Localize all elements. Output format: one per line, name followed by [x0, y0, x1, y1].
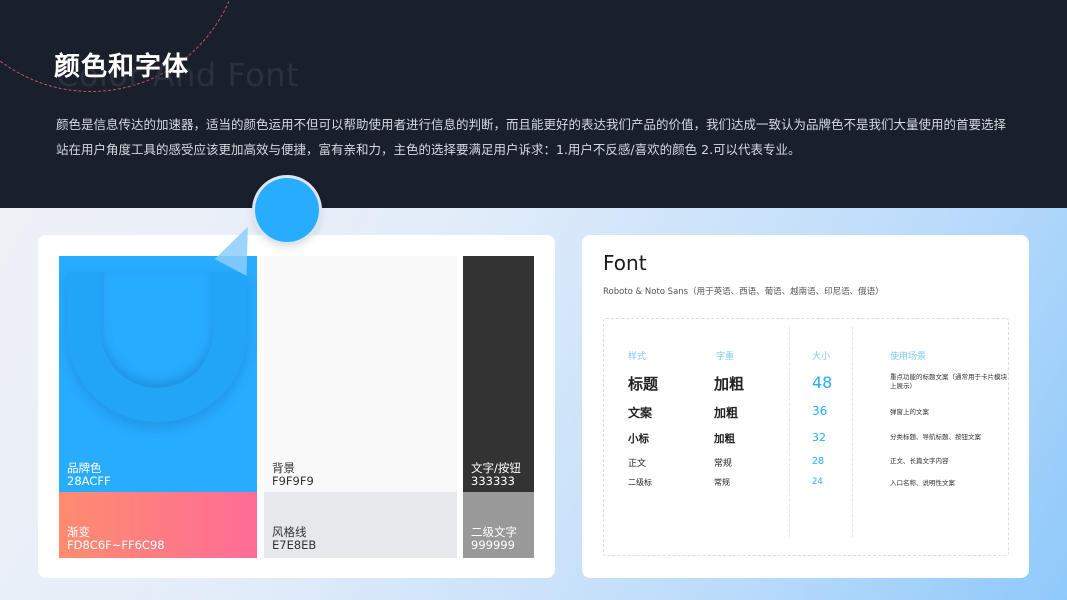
font-title: Font — [603, 251, 647, 275]
swatch-hex: 28ACFF — [67, 474, 111, 488]
row-usage: 重点功能的标题文案（通常用于卡片模块上展示） — [890, 373, 1007, 390]
swatch-hex: 999999 — [471, 538, 515, 552]
line-swatch: 风格线 E7E8EB — [264, 492, 457, 558]
swatch-hex: E7E8EB — [272, 538, 317, 552]
row-usage: 入口名称、说明性文案 — [890, 479, 955, 487]
brand-color-callout — [255, 178, 319, 242]
gradient-swatch: 渐变 FD8C6F~FF6C98 — [59, 492, 257, 558]
column-divider — [852, 327, 853, 537]
row-weight: 常规 — [714, 478, 730, 487]
row-size: 36 — [812, 404, 828, 418]
text-color-swatch: 文字/按钮 333333 — [463, 256, 534, 492]
header-banner: Color And Font 颜色和字体 颜色是信息传达的加速器，适当的颜色运用… — [0, 0, 1067, 208]
u-logo-shape — [67, 272, 247, 422]
row-weight: 加粗 — [714, 406, 739, 420]
row-style: 二级标 — [628, 478, 652, 487]
row-usage: 正文、长篇文字内容 — [890, 457, 949, 465]
row-size: 24 — [812, 477, 823, 487]
swatch-hex: 333333 — [471, 474, 515, 488]
color-palette-card: 品牌色 28ACFF 渐变 FD8C6F~FF6C98 背景 F9F9F9 风格… — [38, 235, 555, 578]
header-usage: 使用场景 — [890, 352, 927, 362]
row-usage: 分类标题、导航标题、按钮文案 — [890, 433, 981, 441]
row-style: 正文 — [628, 459, 647, 469]
page-description: 颜色是信息传达的加速器，适当的颜色运用不但可以帮助使用者进行信息的判断，而且能更… — [56, 117, 1007, 157]
row-style: 文案 — [628, 406, 653, 420]
row-style: 小标 — [628, 433, 649, 445]
row-weight: 常规 — [714, 459, 733, 469]
font-spec-table: 样式 字重 大小 使用场景 标题 加粗 48 重点功能的标题文案（通常用于卡片模… — [603, 318, 1009, 556]
row-size: 48 — [812, 373, 833, 392]
header-style: 样式 — [628, 352, 647, 362]
column-divider — [789, 327, 790, 537]
page: Color And Font 颜色和字体 颜色是信息传达的加速器，适当的颜色运用… — [0, 0, 1067, 600]
row-size: 32 — [812, 431, 826, 444]
font-card: Font Roboto & Noto Sans（用于英语、西语、葡语、越南语、印… — [582, 235, 1029, 578]
row-usage: 弹窗上的文案 — [890, 408, 929, 416]
font-subtitle: Roboto & Noto Sans（用于英语、西语、葡语、越南语、印尼语、俄语… — [603, 287, 884, 297]
row-size: 28 — [812, 456, 825, 467]
swatch-hex: FD8C6F~FF6C98 — [67, 538, 165, 552]
row-weight: 加粗 — [714, 433, 735, 445]
row-weight: 加粗 — [714, 375, 745, 393]
header-size: 大小 — [812, 352, 831, 362]
row-style: 标题 — [628, 375, 659, 393]
swatch-hex: F9F9F9 — [272, 474, 314, 488]
background-swatch: 背景 F9F9F9 — [264, 256, 457, 492]
page-title: 颜色和字体 — [54, 52, 190, 82]
header-weight: 字重 — [716, 352, 735, 362]
brand-color-swatch: 品牌色 28ACFF — [59, 256, 257, 492]
secondary-text-swatch: 二级文字 999999 — [463, 492, 534, 558]
